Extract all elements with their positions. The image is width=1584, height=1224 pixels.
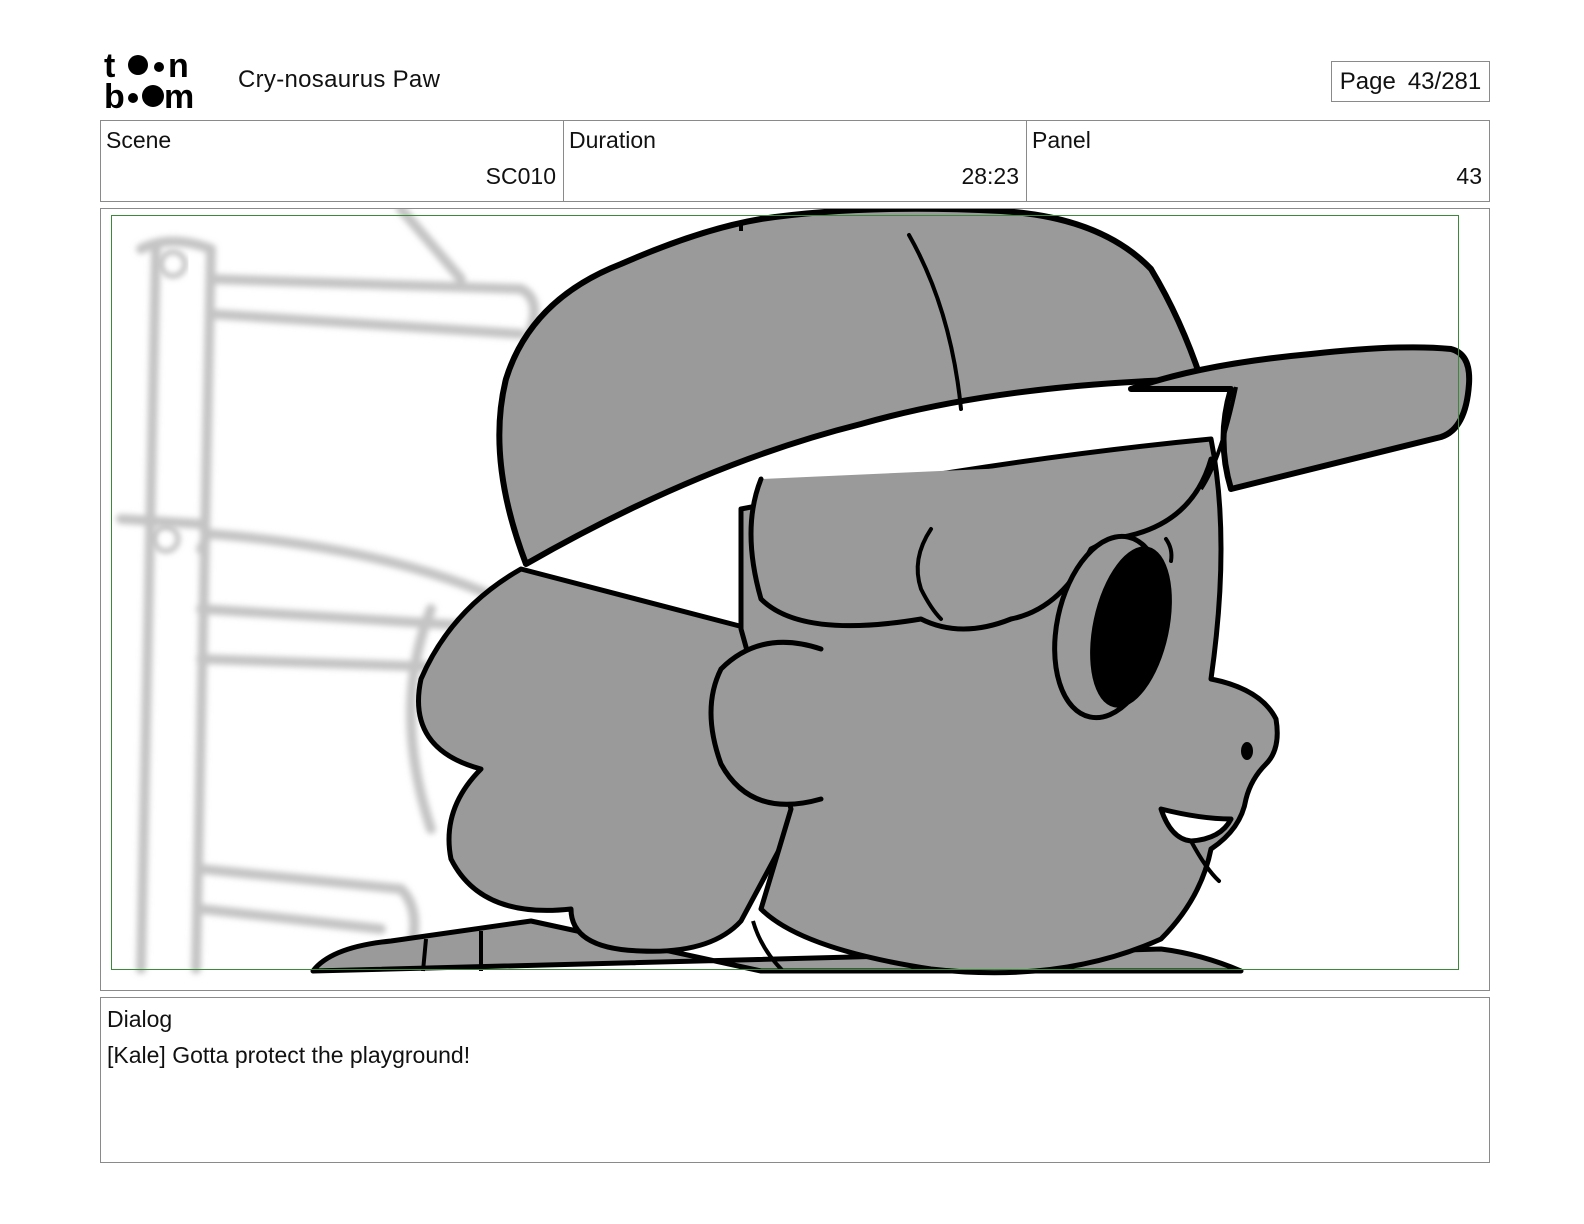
toon-boom-logo-icon: t n b m (104, 47, 194, 116)
dialog-box: Dialog [Kale] Gotta protect the playgrou… (100, 997, 1490, 1163)
page-label: Page (1339, 68, 1396, 95)
scene-value: SC010 (485, 163, 556, 189)
storyboard-drawing-icon (116, 209, 1473, 976)
toon-boom-logo: t n b m (104, 47, 216, 116)
scene-label: Scene (106, 127, 172, 153)
info-table: Scene SC010 Duration 28:23 Panel 43 (100, 120, 1490, 202)
dialog-label: Dialog (107, 1006, 173, 1032)
panel-cell: Panel 43 (1027, 121, 1489, 201)
svg-text:b: b (104, 78, 125, 112)
storyboard-panel (100, 208, 1490, 991)
page-indicator: Page 43/281 (1331, 61, 1490, 102)
duration-label: Duration (569, 127, 656, 153)
panel-value: 43 (1456, 163, 1482, 189)
dialog-text: [Kale] Gotta protect the playground! (107, 1042, 471, 1068)
page-value: 43/281 (1407, 68, 1482, 95)
svg-text:m: m (164, 78, 194, 112)
panel-label: Panel (1032, 127, 1091, 153)
project-title: Cry-nosaurus Paw (238, 66, 441, 93)
duration-cell: Duration 28:23 (564, 121, 1027, 201)
duration-value: 28:23 (961, 163, 1019, 189)
scene-cell: Scene SC010 (101, 121, 564, 201)
